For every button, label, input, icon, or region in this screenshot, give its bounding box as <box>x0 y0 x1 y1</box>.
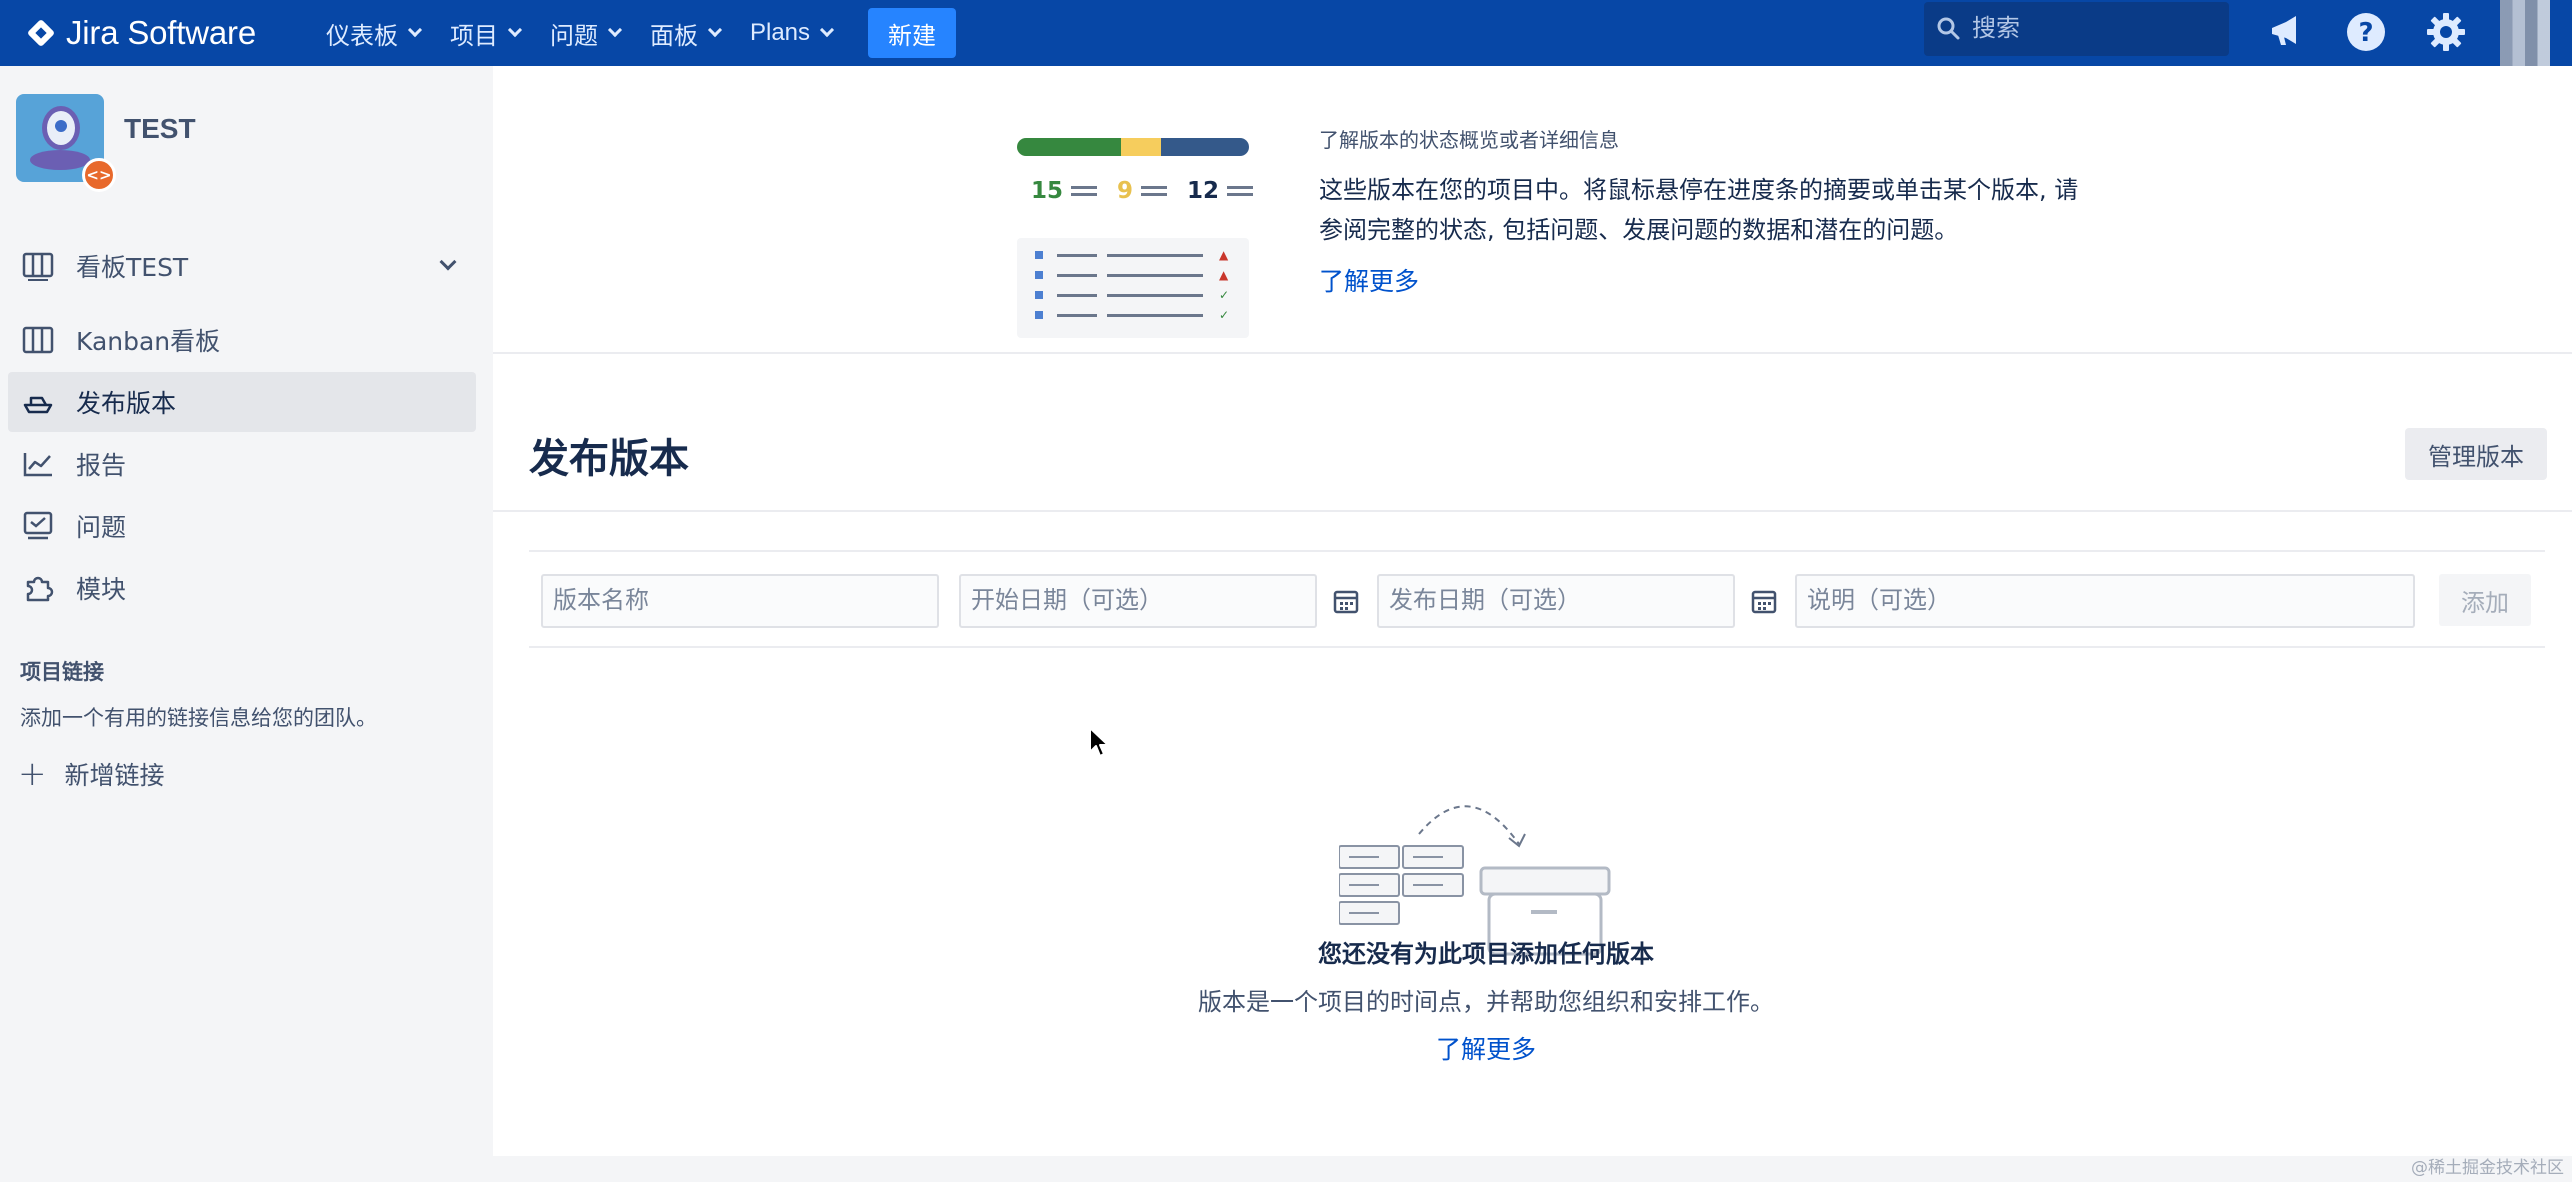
divider <box>493 510 2572 512</box>
megaphone-icon[interactable] <box>2264 10 2308 54</box>
empty-state-title: 您还没有为此项目添加任何版本 <box>1318 940 1654 968</box>
calendar-icon[interactable] <box>1749 586 1779 616</box>
manage-versions-button[interactable]: 管理版本 <box>2405 428 2547 480</box>
search-icon <box>1937 17 1960 40</box>
plus-icon: + <box>18 754 47 794</box>
empty-versions-illustration <box>1339 805 1611 956</box>
create-button[interactable]: 新建 <box>868 8 957 58</box>
board-icon <box>20 322 56 358</box>
puzzle-icon <box>20 570 56 606</box>
nav-dashboards-label: 仪表板 <box>325 22 398 50</box>
jira-diamond-icon <box>26 18 56 48</box>
top-navigation: Jira Software 仪表板 项目 问题 面板 Plans 新建 ? <box>0 0 2572 66</box>
nav-menu: 仪表板 项目 问题 面板 Plans 新建 <box>325 0 957 66</box>
chevron-down-icon <box>819 22 835 38</box>
sidebar-item-label: Kanban看板 <box>76 327 221 356</box>
search-input[interactable] <box>1972 15 2212 43</box>
inprogress-count: 9 <box>1117 178 1134 204</box>
sidebar-item-kanban[interactable]: Kanban看板 <box>8 310 476 370</box>
sidebar-item-components[interactable]: 模块 <box>8 558 476 618</box>
release-date-input[interactable] <box>1377 574 1735 628</box>
start-date-input[interactable] <box>959 574 1317 628</box>
progress-illustration <box>1017 138 1249 156</box>
todo-count: 12 <box>1187 178 1220 204</box>
nav-projects-label: 项目 <box>449 22 498 50</box>
main-content: 15 9 12 ▲ ▲ ✓ ✓ 了解版本的状态概览或者详细信息 这些版本在您的项… <box>493 66 2572 1156</box>
info-description: 这些版本在您的项目中。将鼠标悬停在进度条的摘要或单击某个版本, 请参阅完整的状态… <box>1319 176 2079 244</box>
nav-boards-label: 面板 <box>649 22 698 50</box>
info-title: 了解版本的状态概览或者详细信息 <box>1319 128 1619 152</box>
add-link-label: 新增链接 <box>64 761 165 790</box>
add-link-button[interactable]: + 新增链接 <box>18 754 165 794</box>
project-header[interactable]: <> TEST <box>16 94 196 192</box>
chevron-down-icon <box>407 22 423 38</box>
nav-issues-label: 问题 <box>549 22 598 50</box>
chart-icon <box>20 446 56 482</box>
sidebar-item-reports[interactable]: 报告 <box>8 434 476 494</box>
learn-more-link[interactable]: 了解更多 <box>1319 262 1419 298</box>
version-name-input[interactable] <box>541 574 939 628</box>
mouse-cursor-icon <box>1089 727 1109 757</box>
done-count: 15 <box>1031 178 1064 204</box>
project-sidebar: <> TEST 看板TEST Kanban看板 发布版本 报告 问题 模块 项目… <box>0 66 493 1182</box>
board-icon <box>20 248 56 284</box>
sidebar-item-label: 模块 <box>76 575 127 604</box>
sidebar-item-label: 发布版本 <box>76 389 177 418</box>
board-selector-label: 看板TEST <box>76 253 189 282</box>
info-panel: 15 9 12 ▲ ▲ ✓ ✓ 了解版本的状态概览或者详细信息 这些版本在您的项… <box>493 66 2572 354</box>
gear-icon[interactable] <box>2424 10 2468 54</box>
logo-text: Jira Software <box>66 14 256 51</box>
search-box[interactable] <box>1924 2 2229 56</box>
help-icon[interactable]: ? <box>2344 10 2388 54</box>
ship-icon <box>20 384 56 420</box>
empty-state-description: 版本是一个项目的时间点，并帮助您组织和安排工作。 <box>1198 988 1774 1016</box>
empty-learn-more-link[interactable]: 了解更多 <box>493 1030 2479 1066</box>
nav-issues[interactable]: 问题 <box>549 16 623 51</box>
nav-dashboards[interactable]: 仪表板 <box>325 16 423 51</box>
issue-list-illustration: ▲ ▲ ✓ ✓ <box>1017 238 1249 338</box>
sidebar-item-label: 报告 <box>76 451 127 480</box>
chevron-down-icon <box>607 22 623 38</box>
chevron-down-icon <box>507 22 523 38</box>
project-name: TEST <box>124 113 196 144</box>
chevron-down-icon <box>439 253 457 271</box>
code-badge-icon: <> <box>82 158 116 192</box>
board-selector[interactable]: 看板TEST <box>8 236 476 296</box>
nav-plans[interactable]: Plans <box>749 19 835 47</box>
version-form: 添加 <box>529 550 2545 648</box>
add-version-button[interactable]: 添加 <box>2439 574 2531 626</box>
status-counts: 15 9 12 <box>1031 178 1273 204</box>
jira-logo[interactable]: Jira Software <box>26 0 256 66</box>
project-links-title: 项目链接 <box>20 660 104 684</box>
sidebar-item-releases[interactable]: 发布版本 <box>8 372 476 432</box>
calendar-icon[interactable] <box>1331 586 1361 616</box>
nav-plans-label: Plans <box>749 19 811 46</box>
project-avatar-icon: <> <box>16 94 116 192</box>
description-input[interactable] <box>1795 574 2415 628</box>
chevron-down-icon <box>707 22 723 38</box>
user-avatar[interactable] <box>2500 0 2550 66</box>
sidebar-item-label: 问题 <box>76 513 127 542</box>
page-title: 发布版本 <box>529 436 689 482</box>
nav-boards[interactable]: 面板 <box>649 16 723 51</box>
issues-icon <box>20 508 56 544</box>
sidebar-item-issues[interactable]: 问题 <box>8 496 476 556</box>
svg-text:?: ? <box>2358 18 2373 48</box>
nav-projects[interactable]: 项目 <box>449 16 523 51</box>
project-links-desc: 添加一个有用的链接信息给您的团队。 <box>20 706 377 730</box>
watermark: @稀土掘金技术社区 <box>2411 1158 2564 1178</box>
